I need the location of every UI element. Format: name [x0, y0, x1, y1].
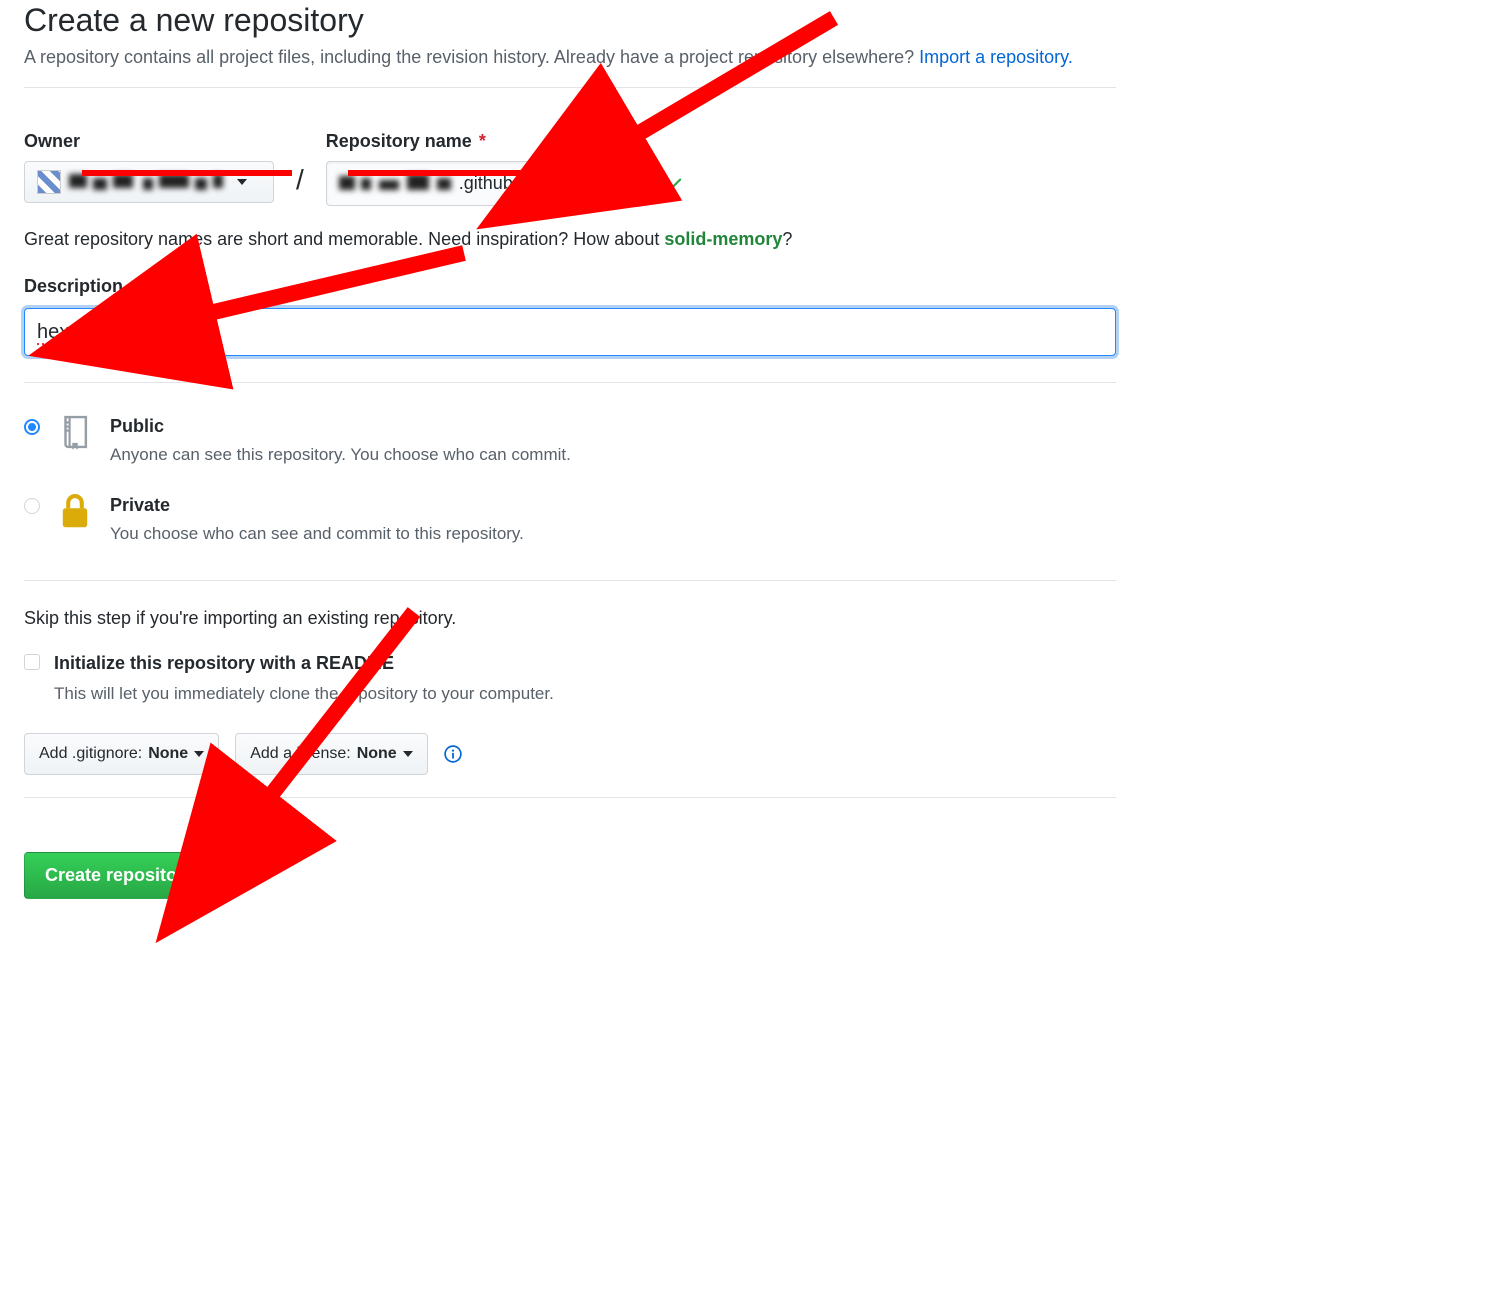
- valid-check-icon: [662, 173, 684, 195]
- repo-icon: [58, 413, 92, 451]
- chevron-down-icon: [403, 751, 413, 757]
- repo-name-redacted: [339, 174, 459, 194]
- page-subhead: A repository contains all project files,…: [24, 44, 1116, 71]
- subhead-text: A repository contains all project files,…: [24, 47, 919, 67]
- owner-label: Owner: [24, 128, 274, 155]
- init-readme-checkbox[interactable]: [24, 654, 40, 670]
- lock-icon: [58, 492, 92, 530]
- license-select[interactable]: Add a license: None: [235, 733, 428, 775]
- slash-separator: /: [296, 159, 304, 201]
- info-icon[interactable]: [444, 745, 462, 763]
- optional-hint: (optional): [128, 279, 195, 296]
- create-repository-button[interactable]: Create repository: [24, 852, 215, 899]
- suggested-name[interactable]: solid-memory: [664, 229, 782, 249]
- description-value: hexo博客: [37, 321, 120, 345]
- chevron-down-icon: [237, 179, 247, 185]
- required-asterisk: *: [479, 131, 486, 151]
- divider: [24, 797, 1116, 798]
- init-readme-title: Initialize this repository with a README: [54, 650, 554, 677]
- divider: [24, 382, 1116, 383]
- repo-name-input[interactable]: .github.io: [326, 161, 646, 206]
- divider: [24, 580, 1116, 581]
- owner-avatar-icon: [37, 170, 61, 194]
- private-desc: You choose who can see and commit to thi…: [110, 521, 524, 547]
- gitignore-select[interactable]: Add .gitignore: None: [24, 733, 219, 775]
- import-repository-link[interactable]: Import a repository.: [919, 47, 1073, 67]
- page-title: Create a new repository: [24, 0, 1116, 40]
- annotation-underline: [82, 170, 292, 176]
- public-desc: Anyone can see this repository. You choo…: [110, 442, 571, 468]
- private-title: Private: [110, 492, 524, 519]
- description-input[interactable]: hexo博客: [24, 308, 1116, 356]
- visibility-public-radio[interactable]: [24, 419, 40, 435]
- annotation-underline: [348, 170, 578, 176]
- description-label: Description (optional): [24, 276, 195, 296]
- chevron-down-icon: [194, 751, 204, 757]
- init-readme-desc: This will let you immediately clone the …: [54, 681, 554, 707]
- text-cursor: [121, 322, 122, 344]
- repo-name-label: Repository name *: [326, 128, 684, 155]
- public-title: Public: [110, 413, 571, 440]
- inspiration-text: Great repository names are short and mem…: [24, 226, 1116, 253]
- annotation-arrow-icon: [224, 612, 424, 842]
- divider: [24, 87, 1116, 88]
- visibility-private-radio[interactable]: [24, 498, 40, 514]
- owner-select[interactable]: [24, 161, 274, 203]
- skip-import-note: Skip this step if you're importing an ex…: [24, 605, 1116, 632]
